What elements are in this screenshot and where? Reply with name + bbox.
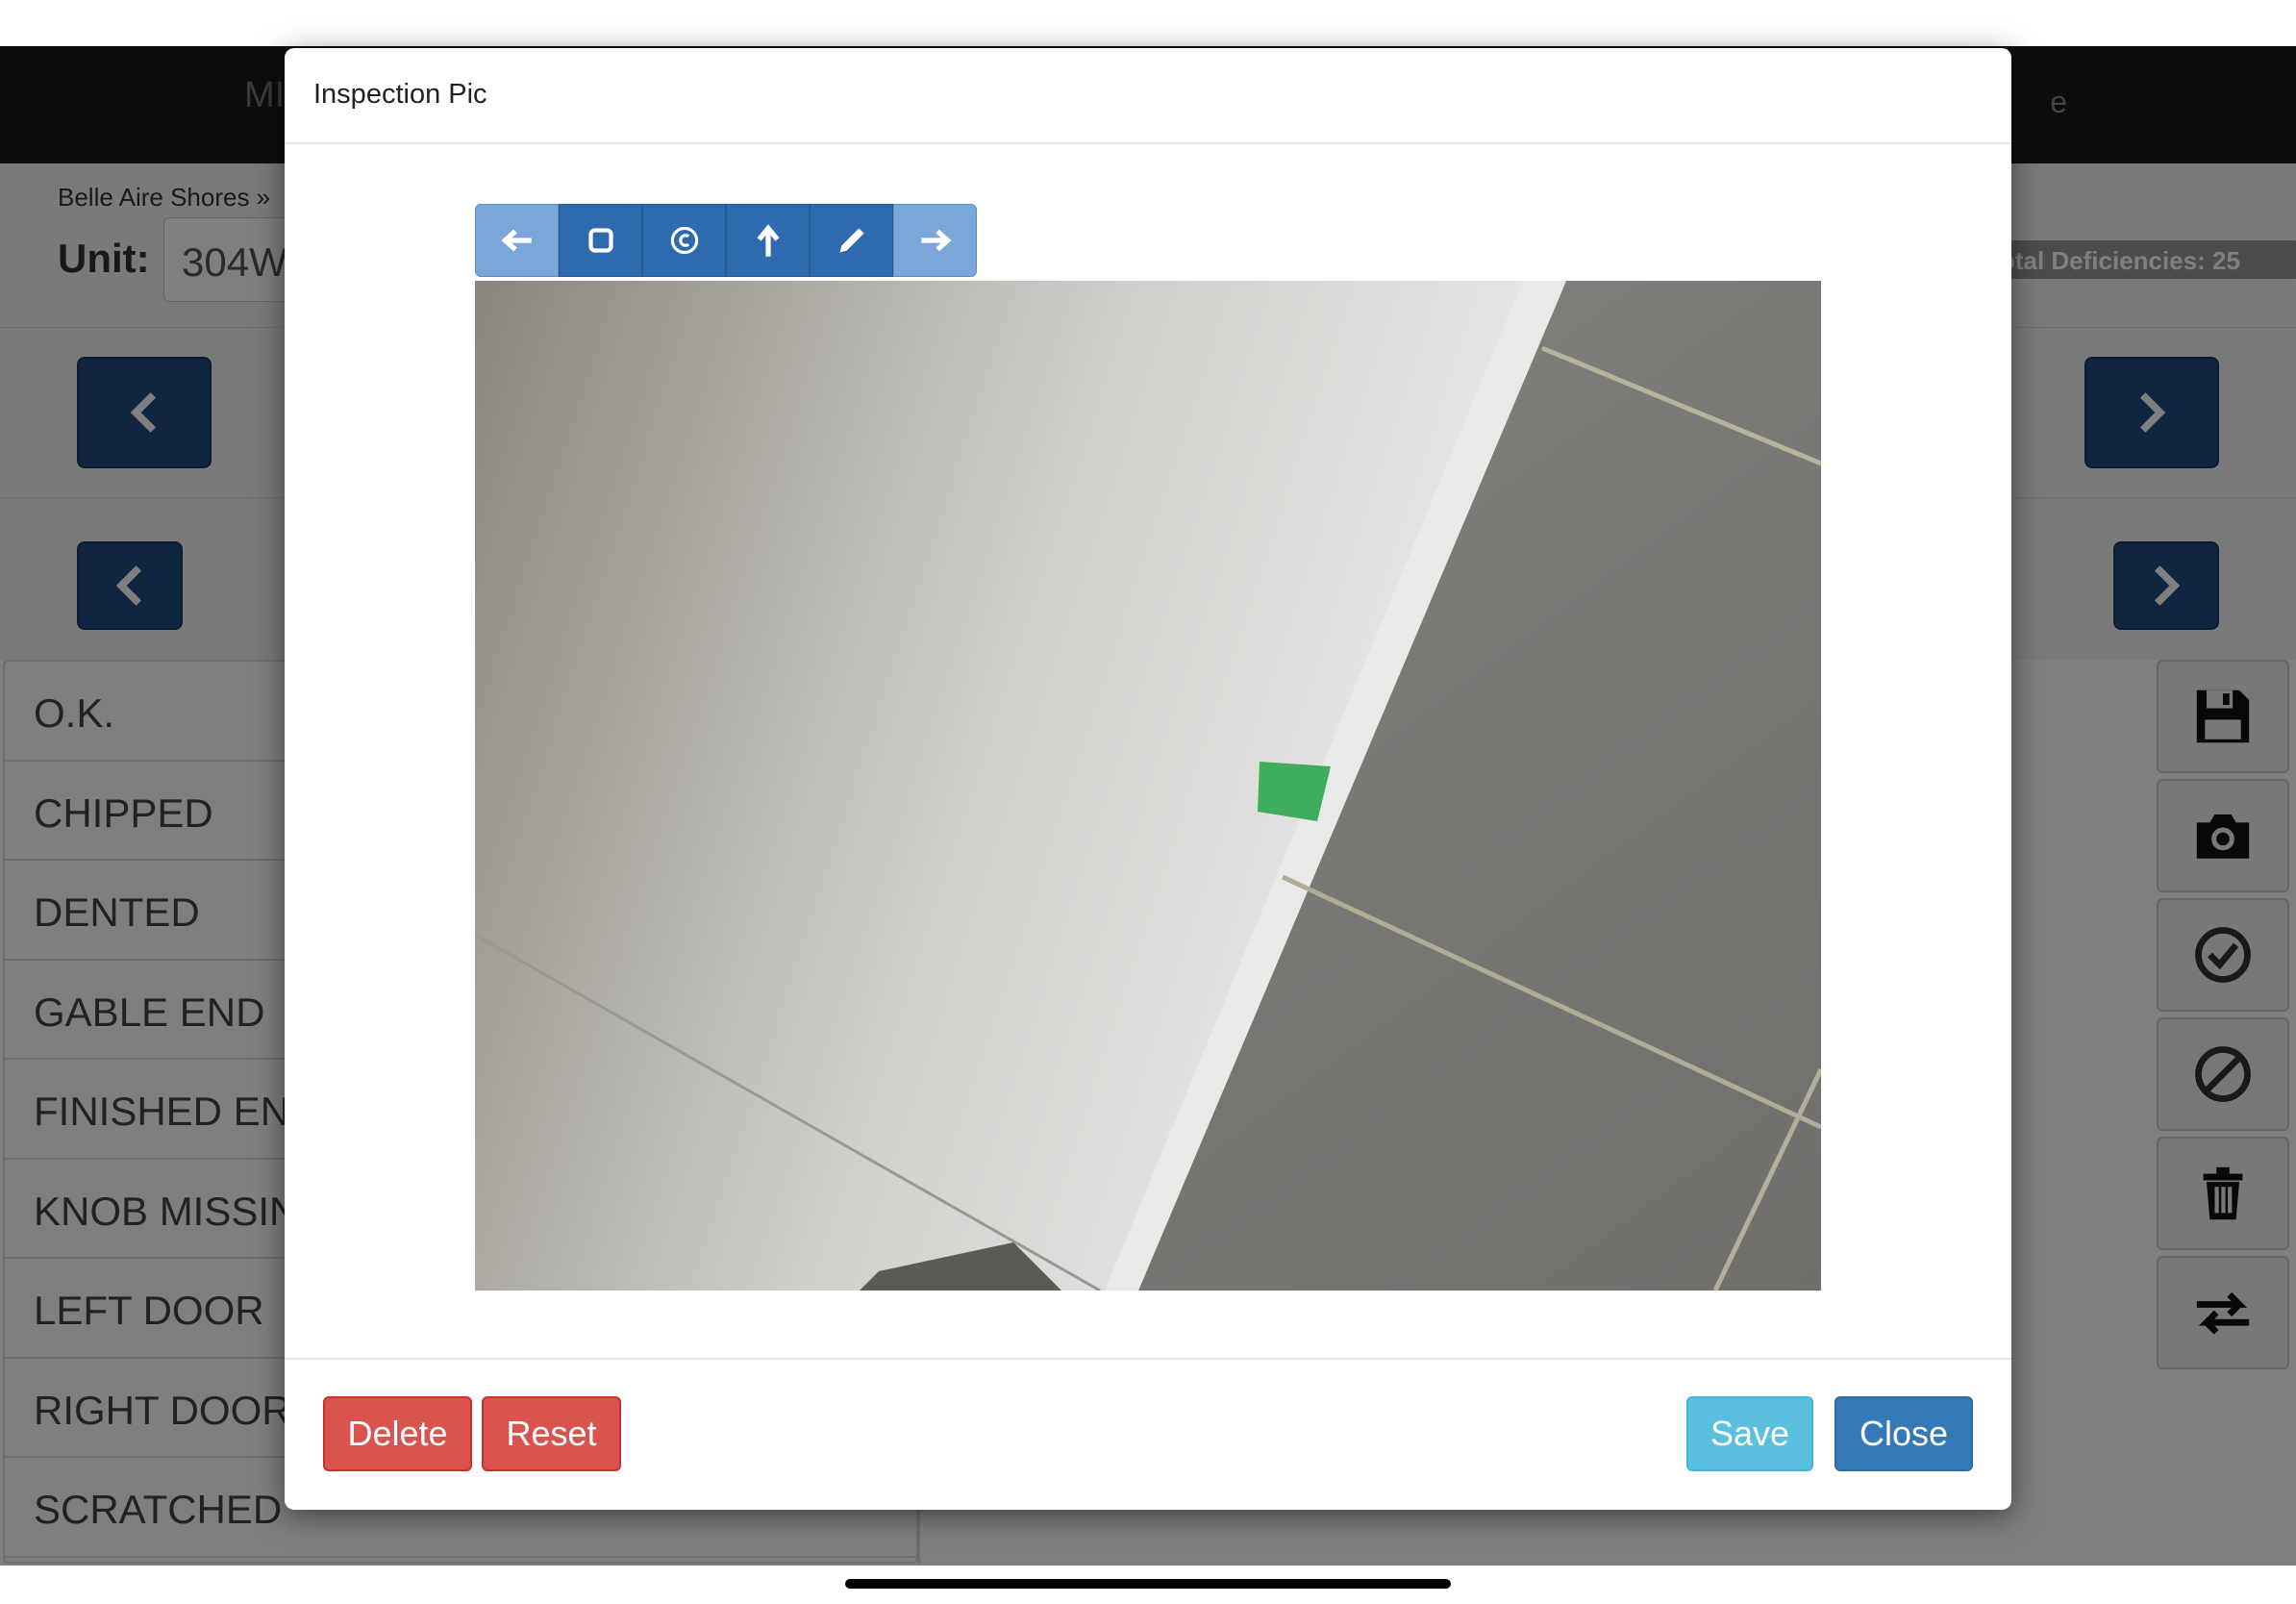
save-button[interactable]: Save — [1686, 1396, 1813, 1471]
modal-title: Inspection Pic — [313, 79, 487, 110]
inspection-photo[interactable] — [475, 281, 1821, 1291]
redo-button[interactable] — [893, 204, 977, 277]
delete-button[interactable]: Delete — [323, 1396, 472, 1471]
arrow-up-icon — [757, 224, 779, 257]
modal-header: Inspection Pic — [285, 48, 2011, 144]
undo-button[interactable] — [475, 204, 559, 277]
rectangle-tool-button[interactable] — [559, 204, 642, 277]
home-indicator[interactable] — [845, 1579, 1451, 1589]
circle-icon — [670, 226, 698, 255]
status-bar — [0, 0, 2296, 46]
circle-tool-button[interactable] — [642, 204, 726, 277]
arrow-right-icon — [920, 229, 952, 252]
arrow-left-icon — [500, 229, 532, 252]
modal-footer: Delete Reset Save Close — [285, 1358, 2011, 1510]
inspection-pic-modal: Inspection Pic Delete Reset Save Close — [285, 48, 2011, 1510]
pencil-tool-button[interactable] — [810, 204, 893, 277]
annotation-toolbar — [475, 204, 977, 277]
reset-button[interactable]: Reset — [482, 1396, 621, 1471]
pencil-icon — [838, 228, 864, 253]
close-button[interactable]: Close — [1834, 1396, 1973, 1471]
inspection-photo-canvas — [475, 281, 1821, 1291]
rectangle-icon — [587, 228, 613, 253]
arrow-tool-button[interactable] — [726, 204, 810, 277]
